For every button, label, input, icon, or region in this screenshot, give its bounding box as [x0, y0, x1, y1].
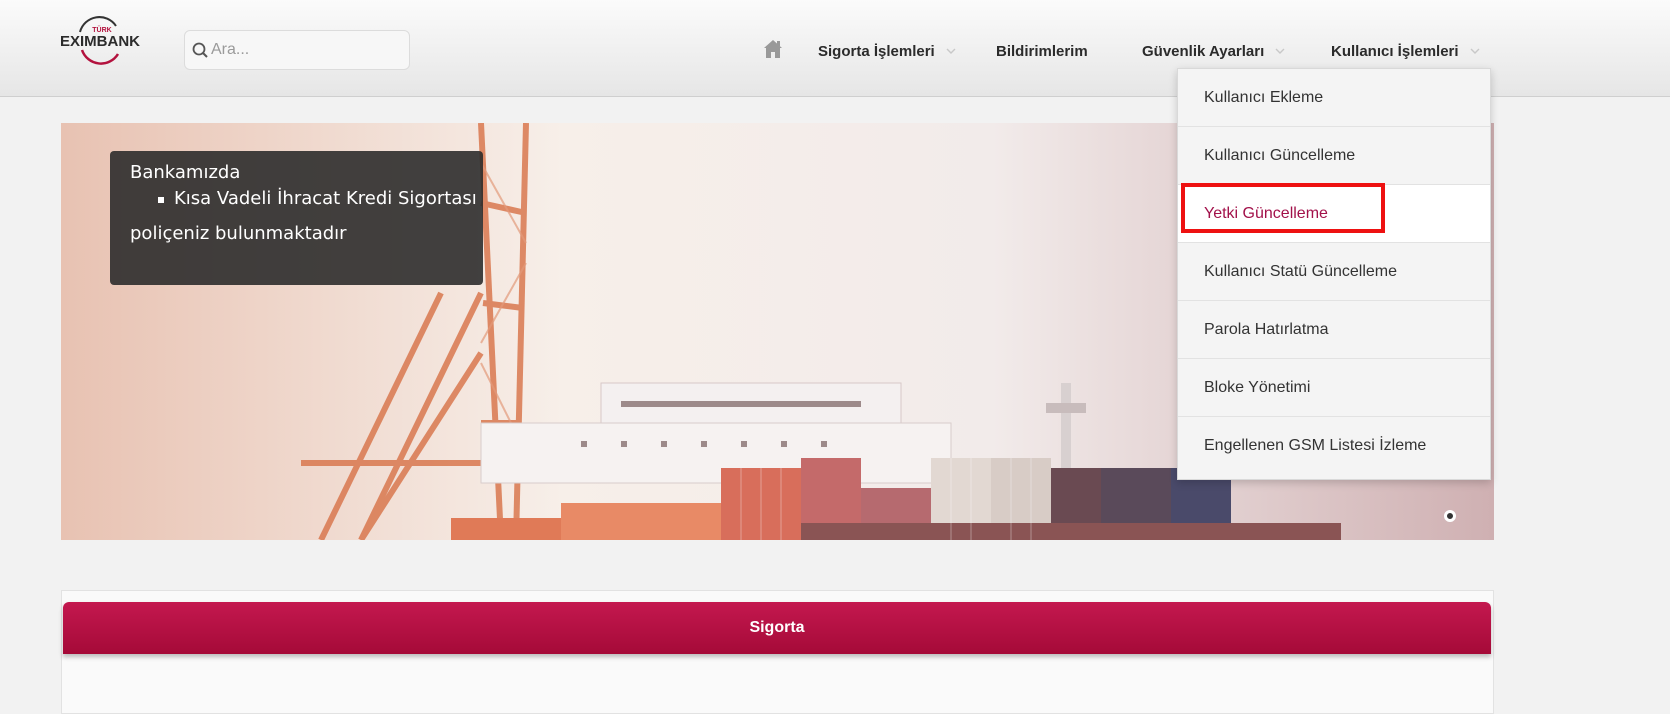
menu-item-label: Yetki Güncelleme [1204, 204, 1328, 222]
nav-label: Sigorta İşlemleri [818, 42, 935, 60]
nav-kullanici-islemleri[interactable]: Kullanıcı İşlemleri [1331, 36, 1481, 66]
slide-indicator-dot[interactable] [1444, 510, 1456, 522]
menu-item-engellenen-gsm-listesi[interactable]: Engellenen GSM Listesi İzleme [1178, 417, 1490, 475]
menu-item-kullanici-ekleme[interactable]: Kullanıcı Ekleme [1178, 69, 1490, 127]
menu-item-parola-hatirlatma[interactable]: Parola Hatırlatma [1178, 301, 1490, 359]
eximbank-logo[interactable]: TÜRK EXIMBANK [58, 10, 148, 70]
chevron-down-icon [1275, 48, 1285, 54]
menu-item-label: Kullanıcı Ekleme [1204, 88, 1324, 106]
info-line: poliçeniz bulunmaktadır [130, 223, 347, 244]
policy-info-box: Bankamızda Kısa Vadeli İhracat Kredi Sig… [110, 151, 483, 285]
menu-item-yetki-guncelleme[interactable]: Yetki Güncelleme [1178, 185, 1490, 243]
menu-item-label: Kullanıcı Statü Güncelleme [1204, 262, 1397, 280]
menu-item-label: Parola Hatırlatma [1204, 320, 1329, 338]
nav-label: Bildirimlerim [996, 42, 1088, 60]
nav-label: Kullanıcı İşlemleri [1331, 42, 1459, 60]
search-icon [192, 42, 208, 58]
nav-guvenlik-ayarlari[interactable]: Güvenlik Ayarları [1142, 36, 1286, 66]
sigorta-panel-header[interactable]: Sigorta [63, 602, 1491, 654]
kullanici-islemleri-dropdown: Kullanıcı Ekleme Kullanıcı Güncelleme Ye… [1177, 68, 1491, 480]
menu-item-bloke-yonetimi[interactable]: Bloke Yönetimi [1178, 359, 1490, 417]
search-box[interactable] [184, 30, 410, 70]
info-list: Kısa Vadeli İhracat Kredi Sigortası [154, 187, 483, 211]
nav-sigorta-islemleri[interactable]: Sigorta İşlemleri [818, 36, 957, 66]
home-icon[interactable] [762, 38, 784, 60]
menu-item-kullanici-guncelleme[interactable]: Kullanıcı Güncelleme [1178, 127, 1490, 185]
nav-label: Güvenlik Ayarları [1142, 42, 1265, 60]
menu-item-label: Engellenen GSM Listesi İzleme [1204, 437, 1427, 454]
info-line: Bankamızda [130, 162, 241, 183]
svg-text:EXIMBANK: EXIMBANK [60, 33, 140, 50]
info-bullet: Kısa Vadeli İhracat Kredi Sigortası [154, 187, 483, 211]
chevron-down-icon [946, 48, 956, 54]
menu-item-kullanici-statu-guncelleme[interactable]: Kullanıcı Statü Güncelleme [1178, 243, 1490, 301]
search-input[interactable] [211, 41, 391, 59]
menu-item-label: Kullanıcı Güncelleme [1204, 146, 1356, 164]
menu-item-label: Bloke Yönetimi [1204, 378, 1311, 396]
chevron-down-icon [1470, 48, 1480, 54]
nav-bildirimlerim[interactable]: Bildirimlerim [996, 36, 1088, 66]
panel-title: Sigorta [749, 619, 805, 636]
